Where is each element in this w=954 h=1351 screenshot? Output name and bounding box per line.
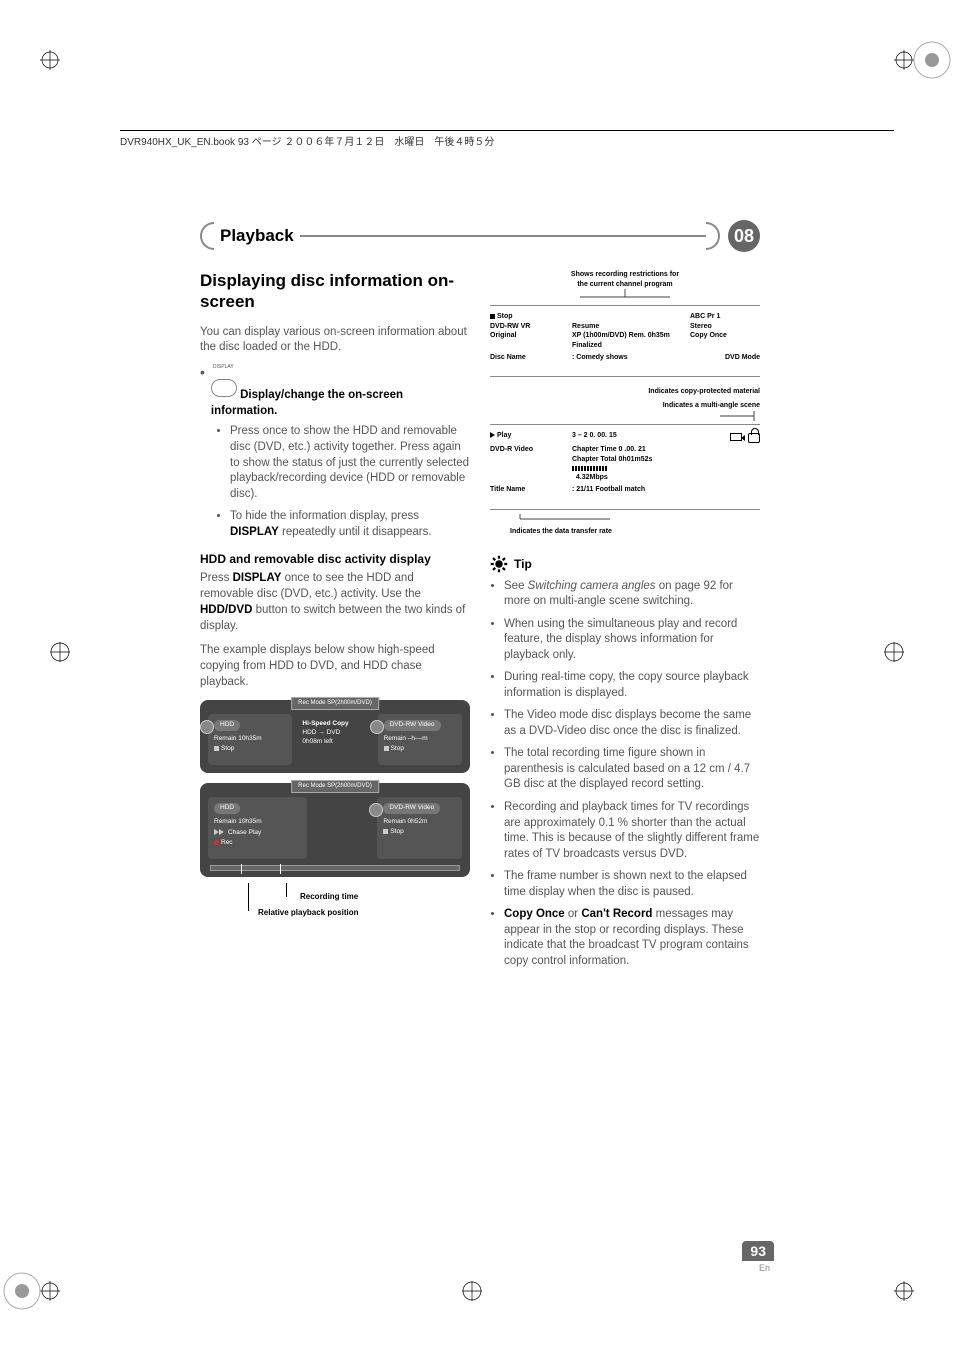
print-crossmark-bottom	[460, 1279, 484, 1303]
sub-bullet-1: Press once to show the HDD and removable…	[230, 424, 470, 503]
para-display-once: Press DISPLAY once to see the HDD and re…	[200, 571, 470, 634]
osd-example-2: Rec Mode SP(2h00m/DVD) HDD Remain 10h35m…	[200, 783, 470, 877]
annotation-transfer-rate: Indicates the data transfer rate	[490, 527, 760, 537]
left-arrow-icon	[200, 720, 214, 734]
print-registration-tr	[894, 30, 954, 90]
print-registration-br	[894, 1261, 954, 1321]
right-arrow-icon	[370, 720, 384, 734]
tips-list: See Switching camera angles on page 92 f…	[490, 579, 760, 969]
osd-example-1: Rec Mode SP(2h00m/DVD) HDD Remain 10h35m…	[200, 700, 470, 773]
tip-heading: Tip	[514, 556, 532, 573]
display-button-icon	[211, 379, 237, 397]
annotation-restrictions: Shows recording restrictions forthe curr…	[490, 270, 760, 289]
step-display-button: • DISPLAY Display/change the on-screen i…	[200, 364, 470, 420]
annotation-multi-angle: Indicates a multi-angle scene	[490, 401, 760, 411]
lock-icon	[748, 433, 760, 443]
chapter-bar: Playback 08	[200, 220, 760, 252]
sub-bullet-2: To hide the information display, press D…	[230, 509, 470, 541]
print-registration-bl	[0, 1261, 60, 1321]
sub-heading: HDD and removable disc activity display	[200, 551, 470, 568]
annotation-copy-protected: Indicates copy-protected material	[490, 387, 760, 397]
section-heading: Displaying disc information on-screen	[200, 270, 470, 313]
chapter-title: Playback	[214, 226, 300, 246]
osd-info-block-2: Play 3 – 2 0. 00. 15 DVD-R VideoChapter …	[490, 424, 760, 509]
print-crossmark-right	[882, 640, 906, 664]
print-crossmark-left	[48, 640, 72, 664]
para-example: The example displays below show high-spe…	[200, 643, 470, 691]
osd-info-block-1: StopABC Pr 1 DVD-RW VRResumeStereo Origi…	[490, 305, 760, 377]
page-lang: En	[759, 1263, 770, 1273]
left-column: Displaying disc information on-screen Yo…	[200, 270, 470, 976]
page-number: 93	[742, 1241, 774, 1261]
right-arrow-icon	[369, 803, 383, 817]
right-column: Shows recording restrictions forthe curr…	[490, 270, 760, 976]
chapter-number: 08	[728, 220, 760, 252]
intro-text: You can display various on-screen inform…	[200, 325, 470, 357]
camera-icon	[730, 433, 742, 441]
caption-recording-time: Recording time	[300, 891, 358, 902]
gear-icon	[490, 555, 508, 573]
doc-header: DVR940HX_UK_EN.book 93 ページ ２００６年７月１２日 水曜…	[120, 130, 894, 148]
caption-playback-position: Relative playback position	[258, 907, 358, 918]
print-registration-tl	[0, 30, 60, 90]
